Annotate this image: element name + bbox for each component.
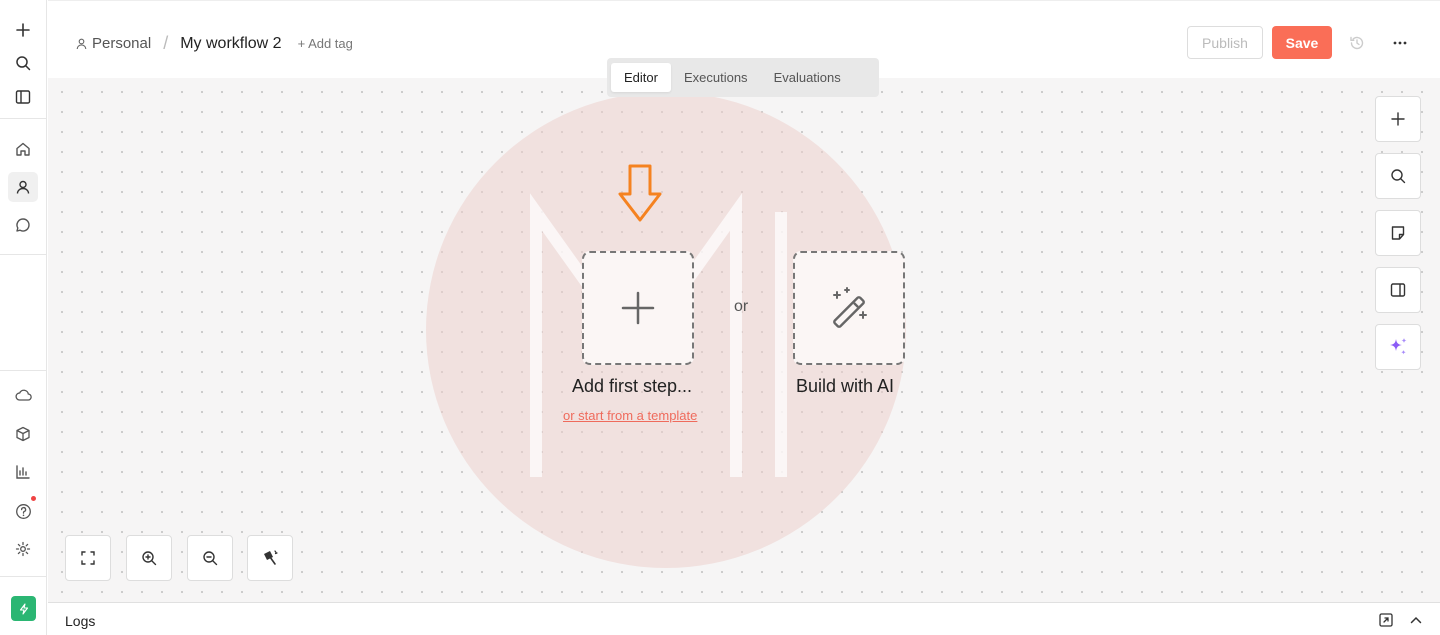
- fit-view-icon: [81, 551, 95, 565]
- build-with-ai-button[interactable]: [793, 251, 905, 365]
- new-item-button[interactable]: [8, 15, 38, 45]
- or-separator: or: [734, 298, 749, 315]
- toggle-sidebar-button[interactable]: [8, 82, 38, 112]
- zoom-out-button[interactable]: [187, 535, 233, 581]
- sidebar-divider: [0, 118, 46, 119]
- more-icon: [1393, 41, 1407, 45]
- fit-view-button[interactable]: [65, 535, 111, 581]
- sidebar-item-chat[interactable]: [8, 210, 38, 240]
- sidebar-divider: [0, 254, 46, 255]
- panel-icon: [15, 90, 31, 104]
- app-window: Personal / My workflow 2 + Add tag Publi…: [0, 0, 1440, 635]
- breadcrumb: Personal / My workflow 2 + Add tag: [76, 33, 353, 54]
- add-sticky-note-button[interactable]: [1375, 210, 1421, 256]
- build-with-ai-label: Build with AI: [796, 376, 895, 396]
- zoom-out-icon: [203, 551, 218, 566]
- app-logo[interactable]: [11, 596, 36, 621]
- sidebar-divider: [0, 370, 46, 371]
- sidebar-item-overview[interactable]: [8, 134, 38, 164]
- history-button[interactable]: [1346, 32, 1368, 54]
- sidebar-item-settings[interactable]: [8, 534, 38, 564]
- project-name: Personal: [92, 35, 152, 52]
- box-icon: [16, 426, 30, 442]
- breadcrumb-separator: /: [163, 33, 169, 53]
- history-icon: [1350, 36, 1364, 50]
- breadcrumb-project[interactable]: Personal: [76, 35, 151, 52]
- user-icon: [76, 38, 87, 49]
- tidy-up-button[interactable]: [247, 535, 293, 581]
- chevron-up-icon: [1410, 616, 1422, 624]
- zoom-in-button[interactable]: [126, 535, 172, 581]
- help-icon: [15, 503, 31, 519]
- search-icon: [16, 56, 31, 71]
- chat-icon: [16, 218, 30, 232]
- search-button[interactable]: [8, 48, 38, 78]
- panel-icon: [1390, 283, 1406, 297]
- zoom-in-icon: [142, 551, 157, 566]
- chart-icon: [16, 465, 30, 479]
- save-button[interactable]: Save: [1272, 26, 1332, 59]
- plus-icon: [1391, 112, 1405, 126]
- sparkle-icon: [1390, 338, 1407, 355]
- sidebar-divider: [0, 576, 46, 577]
- add-first-step-label: Add first step...: [572, 376, 693, 396]
- toggle-panel-button[interactable]: [1375, 267, 1421, 313]
- logs-panel[interactable]: Logs: [48, 602, 1440, 635]
- sidebar-item-personal[interactable]: [8, 172, 38, 202]
- more-options-button[interactable]: [1389, 32, 1411, 54]
- workflow-canvas[interactable]: Add first step... or start from a templa…: [48, 78, 1440, 602]
- user-icon: [16, 180, 30, 194]
- view-tabs: Editor Executions Evaluations: [607, 58, 879, 97]
- tab-executions[interactable]: Executions: [671, 63, 761, 92]
- sidebar-item-templates[interactable]: [8, 419, 38, 449]
- magic-wand-icon: [833, 287, 867, 328]
- add-node-button[interactable]: [1375, 96, 1421, 142]
- plus-icon: [16, 23, 30, 37]
- tab-evaluations[interactable]: Evaluations: [761, 63, 854, 92]
- plus-icon: [621, 291, 655, 325]
- bolt-icon: [19, 602, 28, 615]
- ai-assistant-button[interactable]: [1375, 324, 1421, 370]
- pop-out-logs-button[interactable]: [1378, 612, 1394, 628]
- sidebar-item-insights[interactable]: [8, 457, 38, 487]
- sidebar-item-cloud[interactable]: [8, 380, 38, 410]
- search-icon: [1391, 169, 1406, 184]
- publish-button[interactable]: Publish: [1187, 26, 1263, 59]
- main-sidebar: [0, 0, 47, 635]
- start-from-template-link[interactable]: or start from a template: [563, 408, 697, 423]
- search-nodes-button[interactable]: [1375, 153, 1421, 199]
- arrow-down-icon: [618, 164, 662, 222]
- gear-icon: [15, 541, 31, 557]
- add-first-step-button[interactable]: [582, 251, 694, 365]
- sticky-note-icon: [1391, 226, 1405, 240]
- cloud-icon: [14, 389, 32, 401]
- pop-out-icon: [1379, 613, 1393, 627]
- workflow-name[interactable]: My workflow 2: [180, 35, 281, 53]
- add-tag-button[interactable]: + Add tag: [298, 36, 353, 51]
- home-icon: [16, 142, 30, 156]
- notification-dot: [31, 496, 36, 501]
- tab-editor[interactable]: Editor: [611, 63, 671, 92]
- logs-title: Logs: [65, 613, 96, 629]
- expand-logs-button[interactable]: [1408, 612, 1424, 628]
- tidy-up-icon: [264, 550, 278, 565]
